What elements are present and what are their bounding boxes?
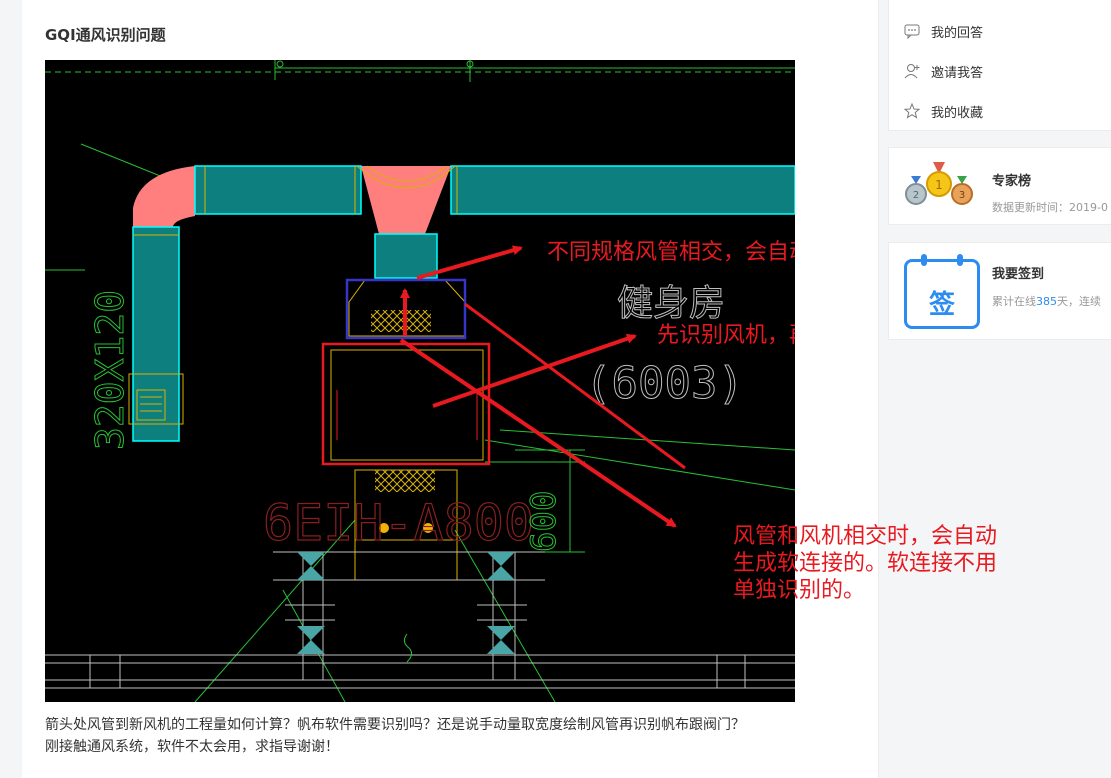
star-icon — [903, 102, 921, 119]
svg-text:2: 2 — [913, 190, 919, 201]
menu-item-label: 邀请我答 — [931, 65, 984, 81]
menu-item-label: 我的回答 — [931, 25, 984, 41]
checkin-card[interactable]: 签 我要签到 累计在线385天，连续 — [888, 242, 1111, 340]
question-card: GQI通风识别问题 320X120 健身房 (6003) 6EIH-A800 6… — [22, 0, 879, 778]
checkin-badge: 签 — [928, 290, 955, 320]
annotation-note-flex-link: 风管和风机相交时，会自动 生成软连接的。软连接不用 单独识别的。 — [733, 523, 1093, 604]
user-menu: 我的回答 邀请我答 我的收藏 — [888, 0, 1111, 131]
question-body-line: 刚接触通风系统，软件不太会用，求指导谢谢！ — [45, 739, 339, 755]
annotation-line: 单独识别的。 — [733, 578, 866, 603]
annotation-note-order: 先识别风机，再识别风管 — [657, 323, 795, 348]
checkin-stats-suffix: 天，连续 — [1057, 295, 1101, 308]
annotation-line: 生成软连接的。软连接不用 — [733, 551, 998, 576]
duct-dimension-label: 320X120 — [88, 290, 132, 450]
menu-item-label: 我的收藏 — [931, 105, 984, 121]
menu-item-invited[interactable]: 邀请我答 — [903, 60, 983, 82]
checkin-stats-prefix: 累计在线 — [992, 295, 1036, 308]
cad-drawing-image[interactable]: 320X120 健身房 (6003) 6EIH-A800 600 不同规格风管相… — [45, 60, 795, 702]
medal-icon: 1 2 3 — [905, 162, 973, 205]
user-add-icon — [904, 64, 920, 79]
svg-text:3: 3 — [959, 190, 965, 201]
height-dimension-label: 600 — [524, 491, 564, 552]
question-title: GQI通风识别问题 — [45, 26, 166, 44]
annotation-note-fittings: 不同规格风管相交，会自动生成管件的。 — [547, 240, 795, 265]
checkin-stats: 累计在线385天，连续 — [992, 293, 1101, 309]
calendar-ring-icon — [921, 254, 927, 266]
menu-item-favorites[interactable]: 我的收藏 — [903, 100, 983, 122]
room-name-label: 健身房 — [617, 283, 725, 324]
expert-ranking-title: 专家榜 — [992, 174, 1032, 189]
svg-text:1: 1 — [935, 178, 943, 192]
room-number-label: (6003) — [585, 358, 744, 409]
calendar-ring-icon — [957, 254, 963, 266]
annotation-line: 风管和风机相交时，会自动 — [733, 524, 998, 549]
cad-drawing-svg: 320X120 健身房 (6003) 6EIH-A800 600 不同规格风管相… — [45, 60, 795, 702]
comment-icon — [904, 24, 920, 40]
calendar-icon: 签 — [904, 254, 980, 329]
equipment-code-label: 6EIH-A800 — [263, 494, 534, 552]
expert-ranking-card[interactable]: 1 2 3 专家榜 数据更新时间：2019-0 — [888, 147, 1111, 225]
expert-ranking-update-time: 数据更新时间：2019-0 — [992, 201, 1108, 214]
checkin-title: 我要签到 — [992, 267, 1045, 282]
menu-item-my-answers[interactable]: 我的回答 — [903, 20, 983, 42]
question-body-line: 箭头处风管到新风机的工程量如何计算？帆布软件需要识别吗？还是说手动量取宽度绘制风… — [45, 717, 745, 733]
question-body: 箭头处风管到新风机的工程量如何计算？帆布软件需要识别吗？还是说手动量取宽度绘制风… — [45, 714, 865, 758]
checkin-days-count: 385 — [1036, 295, 1057, 308]
